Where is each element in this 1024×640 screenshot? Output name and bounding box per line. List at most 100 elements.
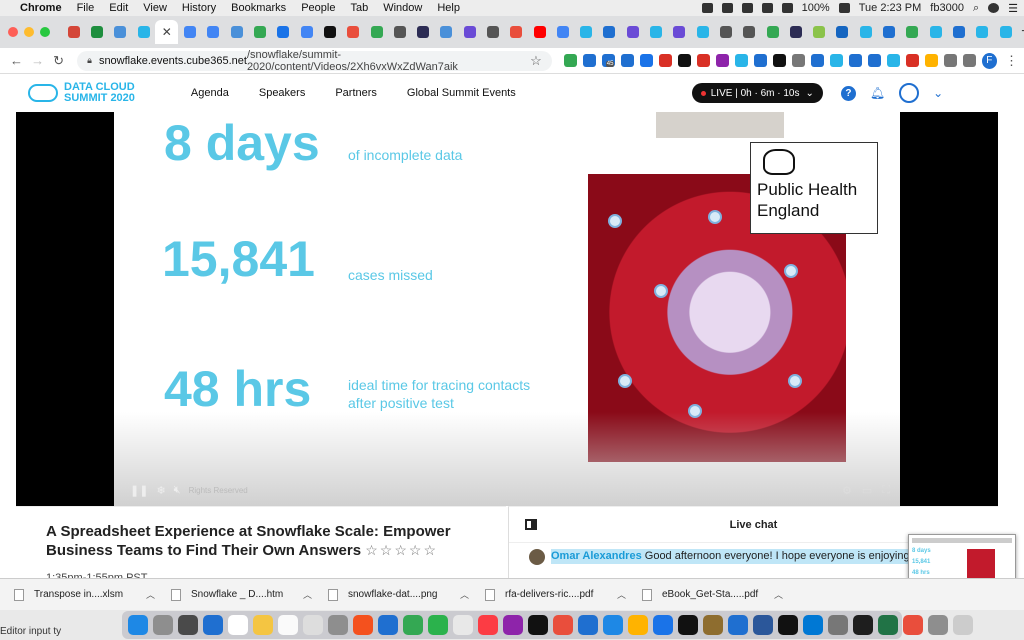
spotlight-icon[interactable]: ⌕	[973, 2, 979, 15]
menu-file[interactable]: File	[77, 2, 95, 14]
rating-stars[interactable]: ☆☆☆☆☆	[365, 542, 438, 558]
browser-tab[interactable]	[668, 20, 691, 44]
back-arrow-icon[interactable]: ←	[8, 53, 25, 68]
browser-tab[interactable]	[295, 20, 318, 44]
nav-speakers[interactable]: Speakers	[259, 87, 305, 99]
menu-bookmarks[interactable]: Bookmarks	[231, 2, 286, 14]
summit-logo[interactable]: DATA CLOUD SUMMIT 2020	[28, 82, 135, 104]
browser-tab[interactable]	[62, 20, 85, 44]
browser-tab[interactable]	[272, 20, 295, 44]
browser-tab[interactable]	[738, 20, 761, 44]
help-icon[interactable]: ?	[840, 85, 856, 101]
extension-icon[interactable]	[829, 54, 843, 67]
extension-icon[interactable]	[582, 54, 596, 67]
browser-tab[interactable]	[248, 20, 271, 44]
bookmark-star-icon[interactable]: ☆	[530, 53, 542, 69]
dock-app-icon[interactable]	[878, 615, 898, 635]
browser-tab[interactable]	[714, 20, 737, 44]
dock-app-icon[interactable]	[853, 615, 873, 635]
close-tab-icon[interactable]: ✕	[162, 25, 172, 39]
mute-icon[interactable]: 🔇︎	[174, 484, 181, 497]
dock-app-icon[interactable]	[628, 615, 648, 635]
menu-app-name[interactable]: Chrome	[20, 2, 62, 14]
browser-tab-active[interactable]: ✕	[155, 20, 179, 44]
dock-app-icon[interactable]	[828, 615, 848, 635]
browser-tab[interactable]	[528, 20, 551, 44]
browser-tab[interactable]	[644, 20, 667, 44]
forward-arrow-icon[interactable]: →	[29, 53, 46, 68]
address-bar[interactable]: 🔒︎ snowflake.events.cube365.net /snowfla…	[77, 49, 552, 73]
extension-icon[interactable]	[753, 54, 767, 67]
user-avatar[interactable]	[899, 83, 920, 103]
menu-tab[interactable]: Tab	[350, 2, 368, 14]
extension-icon[interactable]	[810, 54, 824, 67]
dock-app-icon[interactable]	[453, 615, 473, 635]
menu-history[interactable]: History	[182, 2, 216, 14]
dock-app-icon[interactable]	[928, 615, 948, 635]
video-player[interactable]: 8 days of incomplete data 15,841 cases m…	[16, 112, 998, 506]
dock-app-icon[interactable]	[803, 615, 823, 635]
zoom-window-button[interactable]	[40, 27, 50, 37]
chevron-up-icon[interactable]: ︿	[617, 588, 626, 601]
extension-icon[interactable]	[848, 54, 862, 67]
menubar-user[interactable]: fb3000	[930, 2, 964, 14]
browser-tab[interactable]	[178, 20, 201, 44]
extension-icon[interactable]	[924, 54, 938, 67]
pip-toggle-icon[interactable]: ▭	[862, 484, 872, 497]
chevron-up-icon[interactable]: ︿	[774, 588, 783, 601]
dock-app-icon[interactable]	[278, 615, 298, 635]
extension-icon[interactable]	[639, 54, 653, 67]
browser-tab[interactable]	[575, 20, 598, 44]
browser-tab[interactable]	[854, 20, 877, 44]
dock-app-icon[interactable]	[753, 615, 773, 635]
browser-tab[interactable]	[947, 20, 970, 44]
download-item[interactable]: Transpose in....xlsm ︿	[14, 588, 171, 601]
browser-tab[interactable]	[225, 20, 248, 44]
chevron-up-icon[interactable]: ︿	[460, 588, 469, 601]
dock-app-icon[interactable]	[528, 615, 548, 635]
browser-tab[interactable]	[365, 20, 388, 44]
menu-window[interactable]: Window	[383, 2, 422, 14]
menu-view[interactable]: View	[143, 2, 167, 14]
settings-gear-icon[interactable]: ⚙	[842, 484, 852, 497]
minimize-window-button[interactable]	[24, 27, 34, 37]
extension-icon[interactable]	[715, 54, 729, 67]
extension-icon[interactable]	[905, 54, 919, 67]
dock-app-icon[interactable]	[128, 615, 148, 635]
extension-icon[interactable]	[886, 54, 900, 67]
message-icon[interactable]	[741, 3, 753, 13]
chevron-up-icon[interactable]: ︿	[303, 588, 312, 601]
wifi-icon[interactable]	[761, 3, 773, 13]
notification-center-icon[interactable]: ☰	[1008, 2, 1018, 15]
download-item[interactable]: snowflake-dat....png ︿	[328, 588, 485, 601]
extension-icon[interactable]	[677, 54, 691, 67]
nav-global-summit-events[interactable]: Global Summit Events	[407, 87, 516, 99]
extension-icon[interactable]	[867, 54, 881, 67]
lock-icon[interactable]: 🔒︎	[87, 55, 92, 66]
download-item[interactable]: Snowflake _ D....htm ︿	[171, 588, 328, 601]
chevron-up-icon[interactable]: ︿	[146, 588, 155, 601]
browser-tab[interactable]	[924, 20, 947, 44]
pause-icon[interactable]: ❚❚	[130, 484, 148, 497]
download-item[interactable]: rfa-delivers-ric....pdf ︿	[485, 588, 642, 601]
menubar-clock[interactable]: Tue 2:23 PM	[859, 2, 922, 14]
dock-app-icon[interactable]	[903, 615, 923, 635]
dock-app-icon[interactable]	[728, 615, 748, 635]
dock-app-icon[interactable]	[178, 615, 198, 635]
dock-app-icon[interactable]	[153, 615, 173, 635]
extension-icon[interactable]	[696, 54, 710, 67]
browser-tab[interactable]	[202, 20, 225, 44]
extension-icon[interactable]	[791, 54, 805, 67]
dock-app-icon[interactable]	[953, 615, 973, 635]
dropbox-icon[interactable]	[701, 3, 713, 13]
menu-help[interactable]: Help	[437, 2, 460, 14]
battery-percent[interactable]: 100%	[802, 2, 830, 14]
chrome-menu-icon[interactable]: ⋮	[1003, 53, 1020, 69]
dock-app-icon[interactable]	[703, 615, 723, 635]
extension-icon[interactable]	[620, 54, 634, 67]
dock-app-icon[interactable]	[553, 615, 573, 635]
nav-agenda[interactable]: Agenda	[191, 87, 229, 99]
live-timer-button[interactable]: LIVE | 0h · 6m · 10s ⌄	[691, 83, 823, 103]
close-window-button[interactable]	[8, 27, 18, 37]
extension-icon[interactable]	[658, 54, 672, 67]
